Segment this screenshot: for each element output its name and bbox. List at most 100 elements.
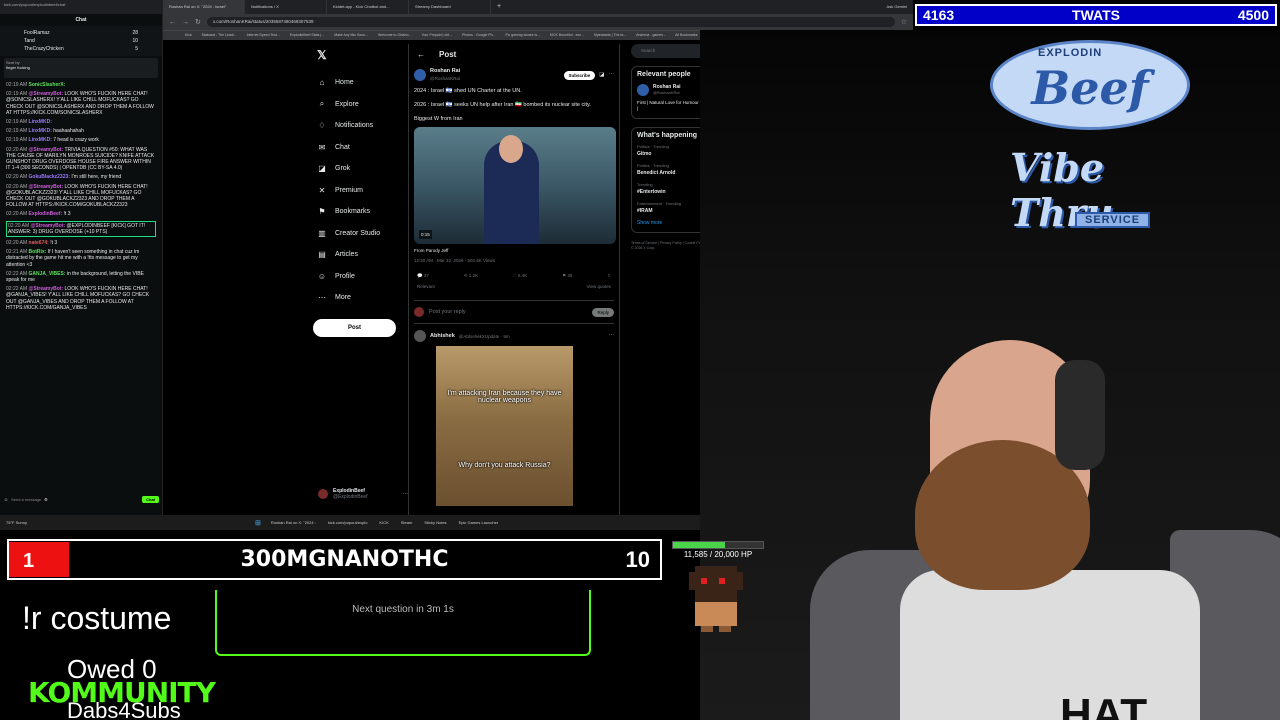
message-time: 02:22 AM bbox=[6, 286, 28, 293]
bookmark-item[interactable]: Myinstants | The la... bbox=[594, 33, 626, 38]
bookmark-item[interactable]: Fix gaming issues w... bbox=[505, 33, 539, 38]
view-quotes-link[interactable]: View quotes bbox=[587, 283, 611, 290]
taskbar-app[interactable]: Steam bbox=[399, 519, 415, 526]
post-video[interactable]: 0:15 bbox=[414, 127, 616, 244]
settings-icon[interactable]: ⚙ bbox=[44, 497, 48, 502]
taskbar-app[interactable]: kick.com/popout/explo bbox=[326, 519, 370, 526]
reply-author[interactable]: Abhishek bbox=[430, 333, 455, 340]
bookmark-item[interactable]: Internet Speed Test... bbox=[247, 33, 280, 38]
gifter-count: 10 bbox=[132, 38, 138, 44]
bookmark-star-icon[interactable]: ☆ bbox=[901, 18, 907, 26]
grok-icon[interactable]: ◪ bbox=[599, 72, 604, 79]
message-user[interactable]: @StreamyBot: bbox=[31, 223, 66, 229]
reply-post-header: Abhishek @AbhishekXUpdate · 9m ⋯ bbox=[414, 330, 614, 342]
tab-notifications[interactable]: Notifications / X bbox=[245, 0, 327, 14]
reply-button[interactable]: Reply bbox=[592, 307, 614, 317]
message-user[interactable]: LinxMKD: bbox=[29, 128, 52, 134]
gifter-name[interactable]: TheCrazyChicken bbox=[24, 46, 64, 52]
reload-icon[interactable]: ↻ bbox=[195, 18, 201, 26]
message-user[interactable]: GokuBlackz2323: bbox=[29, 174, 70, 180]
account-switcher[interactable]: ExplodinBeef @ExplodinBeef ⋯ bbox=[318, 488, 408, 500]
message-input[interactable]: Send a message bbox=[11, 497, 41, 502]
message-text: LOOK WHO'S FUCKIN HERE CHAT! @GOKUBLACKZ… bbox=[6, 183, 148, 209]
forward-icon[interactable]: → bbox=[182, 19, 189, 26]
nav-item-grok[interactable]: ◪ Grok bbox=[313, 158, 408, 180]
bookmark-item[interactable]: Welcome to Oklaho... bbox=[378, 33, 411, 38]
bookmark-action[interactable]: ⚑ 49 bbox=[562, 272, 572, 279]
post-handle[interactable]: @RoshanKRai bbox=[430, 75, 460, 82]
message-user[interactable]: LinxMKD: bbox=[29, 119, 52, 125]
bookmark-item[interactable]: ExplodinBeef Stats |... bbox=[290, 33, 324, 38]
share-icon[interactable]: ⇪ bbox=[607, 272, 611, 279]
more-icon[interactable]: ⋯ bbox=[609, 72, 615, 79]
tab-streamy[interactable]: Streamy Dashboard bbox=[409, 0, 491, 14]
x-logo-icon[interactable]: 𝕏 bbox=[317, 48, 408, 62]
chat-send-button[interactable]: Chat bbox=[142, 495, 159, 503]
message-user[interactable]: GANJA_VIBES: bbox=[29, 271, 66, 277]
nav-item-articles[interactable]: ▤ Articles bbox=[313, 244, 408, 266]
gemini-button[interactable]: Ask Gemini bbox=[881, 0, 913, 14]
message-user[interactable]: ExplodinBeef: bbox=[29, 211, 63, 217]
bookmark-item[interactable]: Your Prepaid | cbt... bbox=[421, 33, 452, 38]
message-user[interactable]: @StreamyBot: bbox=[29, 184, 64, 190]
taskbar-app[interactable]: Roshan Rai on X: "2024 : bbox=[269, 519, 318, 526]
nav-item-bookmarks[interactable]: ⚑ Bookmarks bbox=[313, 201, 408, 223]
next-question-text: Next question in 3m 1s bbox=[352, 604, 454, 615]
bookmark-item[interactable]: Kick bbox=[185, 33, 192, 38]
more-icon[interactable]: ⋯ bbox=[609, 333, 615, 340]
message-user[interactable]: SonicSlasherX: bbox=[29, 82, 66, 88]
tab-kiddet[interactable]: Kiddet.app - Kick Chatbot and... bbox=[327, 0, 409, 14]
nav-item-notifications[interactable]: ♢ Notifications bbox=[313, 115, 408, 137]
nav-item-explore[interactable]: ⌕ Explore bbox=[313, 94, 408, 116]
message-user[interactable]: BotRix: bbox=[29, 249, 47, 255]
post-author[interactable]: Roshan Rai bbox=[430, 68, 460, 75]
message-user[interactable]: nate674: bbox=[29, 240, 49, 246]
bookmark-item[interactable]: KICK Bountiful - exc... bbox=[550, 33, 584, 38]
emote-icon[interactable]: ☺ bbox=[4, 497, 8, 502]
nav-item-creator-studio[interactable]: ▥ Creator Studio bbox=[313, 223, 408, 245]
message-time: 02:19 AM bbox=[6, 128, 28, 135]
bookmark-item[interactable]: Make Any Mic Soun... bbox=[334, 33, 368, 38]
nav-item-premium[interactable]: ✕ Premium bbox=[313, 180, 408, 202]
message-user[interactable]: @StreamyBot: bbox=[29, 91, 64, 97]
reply-meme-image[interactable]: I'm attacking Iran because they have nuc… bbox=[436, 346, 573, 506]
nav-item-profile[interactable]: ☺ Profile bbox=[313, 266, 408, 288]
avatar[interactable] bbox=[414, 69, 426, 81]
taskbar-app[interactable]: Epic Games Launcher bbox=[457, 519, 501, 526]
chat-messages[interactable]: 02:19 AM SonicSlasherX: 02:19 AM @Stream… bbox=[0, 80, 162, 316]
taskbar-app[interactable]: Sticky Notes bbox=[422, 519, 448, 526]
back-arrow-icon[interactable]: ← bbox=[417, 50, 425, 59]
nav-item-chat[interactable]: ✉ Chat bbox=[313, 137, 408, 159]
subscribe-button[interactable]: Subscribe bbox=[563, 70, 596, 80]
repost-action[interactable]: ⟲ 1.2K bbox=[464, 272, 478, 279]
video-source[interactable]: From Parody Jeff bbox=[414, 247, 614, 254]
bookmark-item[interactable]: All Bookmarks bbox=[675, 33, 697, 38]
url-field[interactable]: x.com/RoshanKRai/status/2035587480469307… bbox=[206, 17, 895, 27]
message-user[interactable]: @StreamyBot: bbox=[29, 147, 64, 153]
avatar[interactable] bbox=[637, 84, 649, 96]
sort-relevant[interactable]: Relevant bbox=[417, 283, 435, 290]
chat-message: 02:19 AM LinxMKD: haahaahahah bbox=[6, 128, 156, 134]
like-action[interactable]: ♡ 6.4K bbox=[513, 272, 528, 279]
message-text: @EXPLODINBEEF [KICK] GOT IT! ANSWER: 3) … bbox=[8, 222, 146, 235]
pinned-message[interactable]: Sent by finger fucking bbox=[4, 58, 158, 78]
bookmark-item[interactable]: Stakcast - The Leadi... bbox=[202, 33, 237, 38]
tab-x-post[interactable]: Roshan Rai on X: "2024 : Israel" bbox=[163, 0, 245, 14]
back-icon[interactable]: ← bbox=[169, 19, 176, 26]
bookmark-item[interactable]: Andrena - games - bbox=[636, 33, 665, 38]
reply-action[interactable]: 💬 37 bbox=[417, 272, 429, 279]
taskbar-app[interactable]: KICK bbox=[377, 519, 390, 526]
message-user[interactable]: @StreamyBot: bbox=[29, 286, 64, 292]
reply-input[interactable]: Post your reply bbox=[429, 309, 466, 316]
start-icon[interactable]: ⊞ bbox=[255, 519, 261, 527]
weather-widget[interactable]: 75°F Sunny bbox=[6, 520, 27, 525]
new-tab-icon[interactable]: + bbox=[491, 0, 507, 14]
avatar[interactable] bbox=[414, 330, 426, 342]
bookmark-item[interactable]: Photos - Google Ph... bbox=[462, 33, 495, 38]
gifter-name[interactable]: FoolRamaz bbox=[24, 30, 50, 36]
nav-item-home[interactable]: ⌂ Home bbox=[313, 72, 408, 94]
nav-item-more[interactable]: ⋯ More bbox=[313, 287, 408, 309]
gifter-name[interactable]: Tand bbox=[24, 38, 35, 44]
message-user[interactable]: LinxMKD: bbox=[29, 137, 52, 143]
post-button[interactable]: Post bbox=[313, 318, 396, 337]
